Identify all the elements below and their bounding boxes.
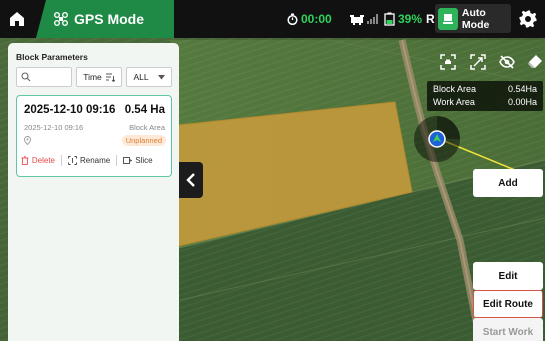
rename-button[interactable]: Rename [68,156,110,165]
action-divider [116,154,118,166]
work-area-info-value: 0.00Ha [507,97,537,107]
locate-button[interactable] [438,52,458,72]
auto-mode-icon [438,7,458,30]
location-pin-icon [24,136,31,145]
edit-route-button[interactable]: Edit Route [473,290,543,318]
measure-icon [470,54,486,70]
settings-icon [519,10,537,28]
drone-icon [54,12,68,26]
add-button[interactable]: Add [473,169,543,197]
collapse-panel-button[interactable] [179,162,203,198]
flight-timer: 00:00 [287,0,332,38]
block-name: 2025-12-10 09:16 [24,104,116,116]
slice-button[interactable]: Slice [123,156,153,165]
sort-icon [105,73,115,82]
block-area-label: Block Area [129,123,165,132]
start-work-button[interactable]: Start Work [473,318,543,341]
panel-title: Block Parameters [16,52,88,62]
block-parameters-panel: Block Parameters Time ALL 2025-12-10 09:… [8,43,179,341]
home-icon [10,12,24,26]
drone-link-signal [350,0,381,38]
dropdown-icon [157,74,165,79]
eraser-icon [528,55,542,68]
status-filter-select[interactable]: ALL [126,67,172,87]
measure-button[interactable] [468,52,488,72]
timer-icon [287,13,298,25]
area-info-box: Block Area 0.54Ha Work Area 0.00Ha [427,81,543,111]
block-actions: Delete Rename Slice [21,153,167,167]
search-icon [21,72,31,82]
mode-title: GPS Mode [74,11,145,27]
block-created-time: 2025-12-10 09:16 [24,123,84,132]
settings-button[interactable] [514,5,542,33]
work-area-info-label: Work Area [433,97,475,107]
search-input[interactable] [16,67,72,87]
hide-icon [499,55,515,69]
battery-status: 39% [384,0,422,38]
sort-by-time-button[interactable]: Time [76,67,122,87]
chevron-left-icon [186,173,195,187]
block-area-info-label: Block Area [433,84,477,94]
delete-button[interactable]: Delete [21,156,55,165]
slice-icon [123,156,133,164]
drone-marker-icon[interactable] [412,114,462,164]
hide-layer-button[interactable] [497,52,517,72]
signal-icon [367,14,378,24]
auto-mode-button[interactable]: Auto Mode [435,4,511,33]
trash-icon [21,155,29,165]
status-badge: Unplanned [121,135,166,146]
drone-link-icon [350,14,364,25]
action-divider [61,154,62,166]
home-button[interactable] [0,0,34,38]
rename-icon [68,155,77,165]
flight-mode-selector[interactable]: GPS Mode [36,0,174,38]
top-status-bar: GPS Mode 00:00 39% R 25 Auto Mode [0,0,545,38]
block-area-info-value: 0.54Ha [507,84,537,94]
block-area-value: 0.54 Ha [124,104,165,116]
edit-button[interactable]: Edit [473,262,543,290]
battery-icon [384,12,395,26]
block-list-item[interactable]: 2025-12-10 09:16 0.54 Ha 2025-12-10 09:1… [16,95,172,177]
locate-icon [440,54,456,70]
eraser-button[interactable] [525,52,545,72]
rtk-icon: R [426,12,435,26]
